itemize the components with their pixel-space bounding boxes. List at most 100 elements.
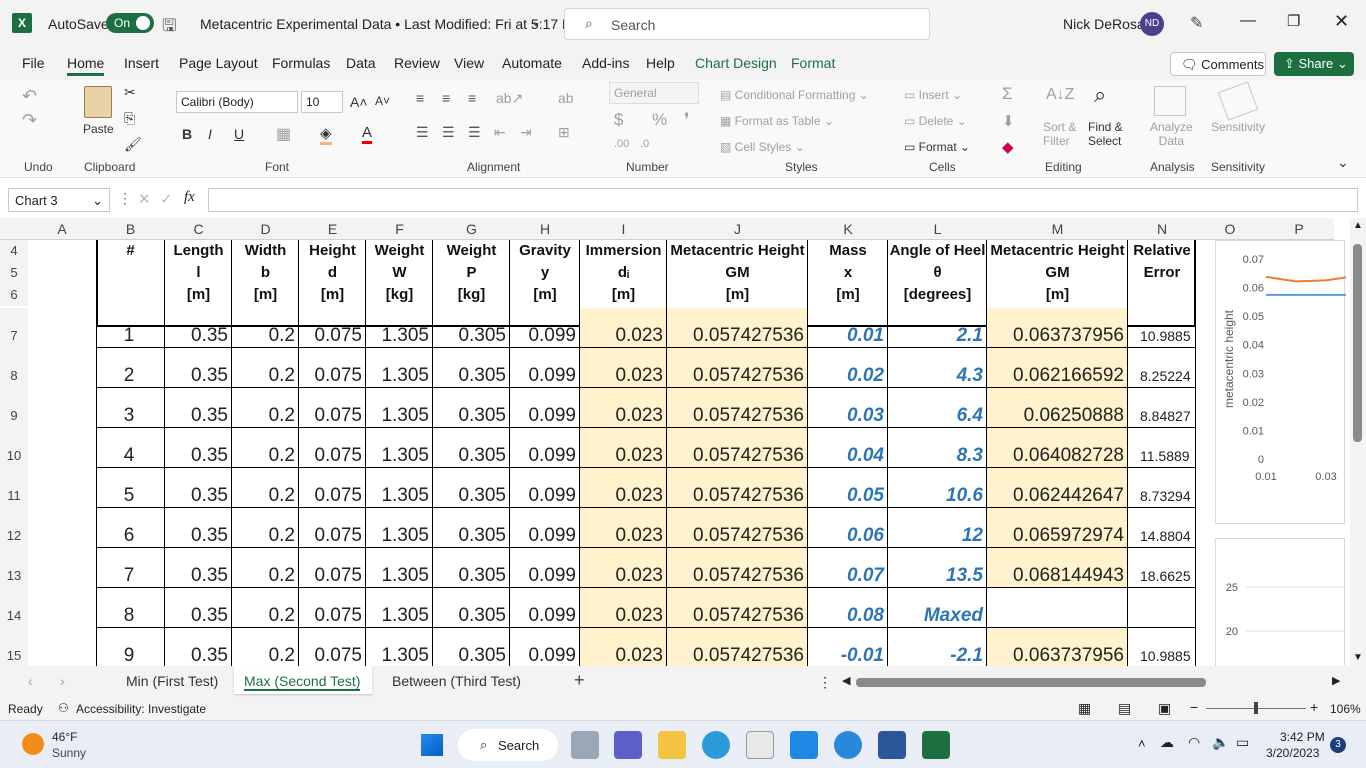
next-sheet-icon[interactable]: › (60, 673, 65, 689)
shrink-font-icon[interactable]: A˅ (375, 94, 390, 108)
wrap-text-icon[interactable]: ab (558, 90, 574, 106)
save-icon[interactable]: 🖫 (162, 13, 176, 42)
header-cell[interactable]: Width (232, 240, 299, 262)
align-left-icon[interactable]: ☰ (416, 124, 429, 141)
header-cell[interactable]: l (165, 262, 232, 284)
autosum-icon[interactable]: Σ (1002, 84, 1013, 104)
table-cell-err[interactable]: 8.25224 (1128, 348, 1196, 388)
table-cell-num[interactable]: 6 (96, 508, 165, 548)
row-header-15[interactable]: 15 (0, 628, 28, 666)
table-cell-err[interactable]: 11.5889 (1128, 428, 1196, 468)
weather-condition[interactable]: Sunny (52, 746, 86, 760)
italic-icon[interactable]: I (208, 126, 212, 142)
table-cell-b[interactable]: 0.2 (232, 388, 299, 428)
header-cell[interactable]: [degrees] (888, 284, 987, 306)
column-header-f[interactable]: F (366, 218, 433, 240)
fx-icon[interactable]: fx (184, 189, 195, 206)
more-options-icon[interactable]: ⋮ (818, 674, 832, 691)
column-header-p[interactable]: P (1264, 218, 1334, 240)
row-header-11[interactable]: 11 (0, 468, 28, 508)
table-cell-gm2[interactable]: 0.065972974 (987, 508, 1128, 548)
table-cell-x[interactable]: -0.01 (808, 628, 888, 666)
column-header-i[interactable]: I (580, 218, 667, 240)
header-cell[interactable]: θ (888, 262, 987, 284)
table-cell-di[interactable]: 0.023 (580, 348, 667, 388)
enter-icon[interactable]: ✓ (160, 190, 173, 208)
header-cell[interactable]: [m] (299, 284, 366, 306)
table-cell-P[interactable]: 0.305 (433, 308, 510, 348)
menu-data[interactable]: Data (346, 55, 376, 71)
table-cell-gm[interactable]: 0.057427536 (667, 348, 808, 388)
header-cell[interactable]: Mass (808, 240, 888, 262)
table-cell-W[interactable]: 1.305 (366, 588, 433, 628)
tab-min-first-test[interactable]: Min (First Test) (126, 673, 218, 689)
header-cell[interactable]: d (299, 262, 366, 284)
zoom-in-icon[interactable]: + (1310, 699, 1318, 715)
table-cell-x[interactable]: 0.05 (808, 468, 888, 508)
table-cell-d[interactable]: 0.075 (299, 548, 366, 588)
row-header-6[interactable]: 6 (0, 284, 28, 306)
page-layout-icon[interactable]: ▤ (1118, 700, 1131, 717)
copy-icon[interactable]: ⎘ (124, 110, 135, 127)
table-cell-gm2[interactable]: 0.063737956 (987, 308, 1128, 348)
table-cell-y[interactable]: 0.099 (510, 628, 580, 666)
table-cell-d[interactable]: 0.075 (299, 428, 366, 468)
table-cell-P[interactable]: 0.305 (433, 388, 510, 428)
table-cell-err[interactable]: 10.9885 (1128, 628, 1196, 666)
row-header-10[interactable]: 10 (0, 428, 28, 468)
search-box[interactable]: ⌕ Search (564, 8, 930, 40)
table-cell-x[interactable]: 0.08 (808, 588, 888, 628)
header-cell[interactable]: Metacentric Height (667, 240, 808, 262)
clear-icon[interactable]: ◆ (1002, 138, 1014, 156)
vertical-scrollbar[interactable]: ▲ ▼ (1350, 218, 1366, 666)
cell-styles-button[interactable]: ▧ Cell Styles ⌄ (720, 140, 805, 154)
table-cell-P[interactable]: 0.305 (433, 468, 510, 508)
table-cell-b[interactable]: 0.2 (232, 548, 299, 588)
chevron-up-icon[interactable]: ˄ (1138, 736, 1146, 751)
table-cell-err[interactable]: 14.8804 (1128, 508, 1196, 548)
table-cell-di[interactable]: 0.023 (580, 428, 667, 468)
table-cell-y[interactable]: 0.099 (510, 548, 580, 588)
percent-icon[interactable]: % (652, 110, 667, 130)
table-cell-err[interactable]: 18.6625 (1128, 548, 1196, 588)
format-as-table-button[interactable]: ▦ Format as Table ⌄ (720, 114, 834, 128)
conditional-formatting-button[interactable]: ▤ Conditional Formatting ⌄ (720, 88, 869, 102)
sun-icon[interactable] (22, 733, 44, 755)
table-cell-l[interactable]: 0.35 (165, 428, 232, 468)
find-select-label[interactable]: Find & Select (1088, 120, 1123, 148)
table-cell-gm[interactable]: 0.057427536 (667, 388, 808, 428)
font-color-icon[interactable]: A (362, 124, 373, 144)
chevron-down-icon[interactable]: ⌄ (531, 15, 541, 29)
sort-filter-icon[interactable]: A↓Z (1046, 86, 1074, 104)
prev-sheet-icon[interactable]: ‹ (28, 673, 33, 689)
table-cell-gm2[interactable]: 0.068144943 (987, 548, 1128, 588)
table-cell-W[interactable]: 1.305 (366, 508, 433, 548)
menu-home[interactable]: Home (67, 55, 105, 76)
font-size-select[interactable]: 10 (301, 91, 343, 113)
table-cell-num[interactable]: 1 (96, 308, 165, 348)
table-cell-gm[interactable]: 0.057427536 (667, 428, 808, 468)
header-cell[interactable]: Angle of Heel (888, 240, 987, 262)
comments-button[interactable]: 🗨 Comments (1170, 52, 1266, 76)
table-cell-num[interactable]: 3 (96, 388, 165, 428)
more-icon[interactable]: ⋮ (118, 190, 132, 207)
table-cell-gm2[interactable] (987, 588, 1128, 628)
align-center-icon[interactable]: ☰ (442, 124, 455, 141)
header-cell[interactable]: Relative (1128, 240, 1196, 262)
header-cell[interactable]: Error (1128, 262, 1196, 284)
table-cell-P[interactable]: 0.305 (433, 348, 510, 388)
align-middle-icon[interactable]: ≡ (442, 90, 450, 106)
zoom-level[interactable]: 106% (1330, 702, 1361, 716)
header-cell[interactable]: [m] (667, 284, 808, 306)
table-cell-P[interactable]: 0.305 (433, 508, 510, 548)
collapse-ribbon-icon[interactable]: ⌄ (1337, 154, 1349, 171)
header-cell[interactable]: Metacentric Height (987, 240, 1128, 262)
teams-icon[interactable] (614, 731, 642, 759)
add-sheet-icon[interactable]: + (574, 670, 585, 691)
menu-view[interactable]: View (454, 55, 484, 71)
header-cell[interactable]: Weight (433, 240, 510, 262)
find-icon[interactable]: ⌕ (1094, 82, 1106, 108)
header-cell[interactable]: b (232, 262, 299, 284)
column-header-l[interactable]: L (888, 218, 987, 240)
table-cell-gm[interactable]: 0.057427536 (667, 468, 808, 508)
